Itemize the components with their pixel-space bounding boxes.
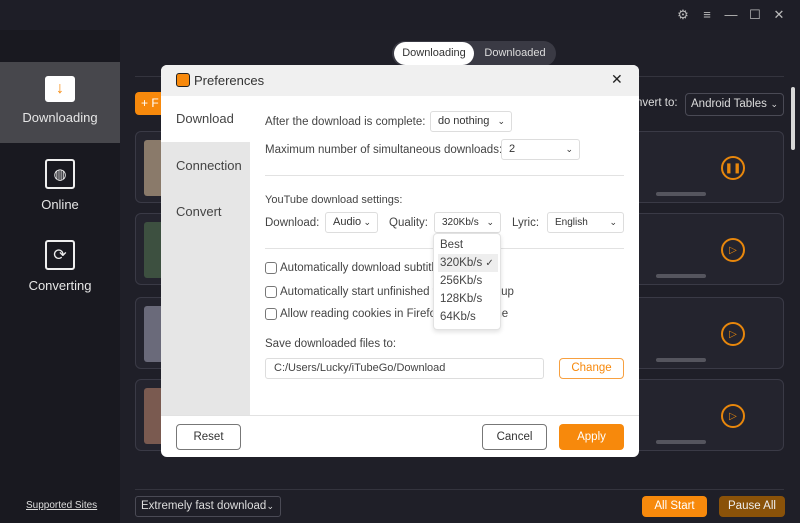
progress-bar	[656, 274, 706, 278]
dialog-title: Preferences	[194, 73, 265, 88]
globe-icon: ◍	[45, 159, 75, 189]
menu-icon[interactable]: ≡	[700, 8, 714, 22]
nav-connection[interactable]: Connection	[161, 143, 250, 189]
subtitles-label: Automatically download subtitles	[280, 262, 447, 274]
minimize-icon[interactable]: —	[724, 8, 738, 22]
sidebar-item-online[interactable]: ◍ Online	[0, 143, 120, 224]
play-icon[interactable]: ▷	[721, 322, 745, 346]
progress-bar	[656, 358, 706, 362]
close-icon[interactable]: ✕	[611, 71, 623, 88]
cancel-button[interactable]: Cancel	[482, 424, 547, 450]
speed-select[interactable]: Extremely fast download ⌄	[135, 496, 281, 517]
download-icon: ↓	[45, 76, 75, 102]
divider	[161, 415, 639, 416]
download-type-label: Download:	[265, 217, 320, 229]
save-path-input[interactable]: C:/Users/Lucky/iTubeGo/Download	[265, 358, 544, 379]
close-icon[interactable]: ✕	[772, 8, 786, 22]
reset-button[interactable]: Reset	[176, 424, 241, 450]
quality-option-selected[interactable]: 320Kb/s ✓	[438, 254, 498, 272]
maximize-icon[interactable]: ☐	[748, 8, 762, 22]
chevron-down-icon: ⌄	[266, 501, 274, 511]
subtitles-checkbox[interactable]	[265, 262, 277, 274]
nav-download[interactable]: Download	[161, 96, 250, 142]
after-complete-label: After the download is complete:	[265, 116, 426, 128]
max-downloads-value: 2	[509, 143, 516, 155]
sidebar-item-label: Downloading	[22, 110, 98, 125]
chevron-down-icon: ⌄	[609, 217, 617, 227]
save-path-label: Save downloaded files to:	[265, 338, 397, 350]
play-icon[interactable]: ▷	[721, 238, 745, 262]
tab-downloading[interactable]: Downloading	[394, 42, 474, 65]
play-icon[interactable]: ▷	[721, 404, 745, 428]
max-downloads-select[interactable]: 2 ⌄	[501, 139, 580, 160]
dialog-nav: Download Connection Convert	[161, 96, 250, 415]
quality-dropdown: Best 320Kb/s ✓ 256Kb/s 128Kb/s 64Kb/s	[433, 233, 501, 330]
quality-option-label: 320Kb/s	[440, 257, 483, 269]
divider	[135, 489, 784, 490]
quality-option[interactable]: 128Kb/s	[438, 290, 498, 308]
chevron-down-icon: ⌄	[565, 144, 573, 154]
sidebar-item-label: Online	[41, 197, 79, 212]
sidebar: ↓ Downloading ◍ Online ⟳ Converting Supp…	[0, 30, 120, 523]
settings-icon[interactable]: ⚙	[676, 8, 690, 22]
download-type-value: Audio	[333, 216, 362, 228]
cookies-checkbox[interactable]	[265, 308, 277, 320]
auto-start-checkbox[interactable]	[265, 286, 277, 298]
pause-all-button[interactable]: Pause All	[719, 496, 785, 517]
preferences-dialog: Preferences ✕ Download Connection Conver…	[161, 65, 639, 457]
chevron-down-icon: ⌄	[497, 116, 505, 126]
convert-icon: ⟳	[45, 240, 75, 270]
title-bar: ⚙ ≡ — ☐ ✕	[0, 0, 800, 30]
app-logo-icon	[176, 73, 190, 87]
add-label: F	[151, 96, 159, 110]
lyric-value: English	[555, 217, 588, 228]
quality-option[interactable]: 64Kb/s	[438, 308, 498, 326]
tab-switch: Downloading Downloaded	[392, 41, 556, 66]
speed-value: Extremely fast download	[141, 500, 267, 512]
convert-to-value: Android Tables	[691, 98, 767, 110]
quality-label: Quality:	[389, 217, 428, 229]
lyric-select[interactable]: English ⌄	[547, 212, 624, 233]
youtube-settings-label: YouTube download settings:	[265, 194, 403, 206]
chevron-down-icon: ⌄	[363, 217, 371, 227]
lyric-label: Lyric:	[512, 217, 540, 229]
sidebar-item-label: Converting	[28, 278, 92, 293]
convert-to-select[interactable]: Android Tables ⌄	[685, 93, 784, 116]
chevron-down-icon: ⌄	[486, 217, 494, 227]
quality-value: 320Kb/s	[442, 217, 479, 228]
apply-button[interactable]: Apply	[559, 424, 624, 450]
check-icon: ✓	[485, 258, 494, 269]
pause-icon[interactable]: ❚❚	[721, 156, 745, 180]
dialog-header: Preferences ✕	[161, 65, 639, 96]
change-button[interactable]: Change	[559, 358, 624, 379]
max-downloads-label: Maximum number of simultaneous downloads…	[265, 144, 503, 156]
tab-downloaded[interactable]: Downloaded	[476, 41, 554, 66]
sidebar-item-converting[interactable]: ⟳ Converting	[0, 225, 120, 306]
convert-to-label: nvert to:	[636, 97, 678, 109]
after-complete-value: do nothing	[438, 115, 490, 127]
supported-sites-link[interactable]: Supported Sites	[26, 500, 97, 511]
quality-select[interactable]: 320Kb/s ⌄	[434, 212, 501, 233]
plus-icon: +	[141, 96, 152, 110]
scrollbar[interactable]	[791, 87, 795, 150]
quality-option[interactable]: Best	[438, 236, 498, 254]
all-start-button[interactable]: All Start	[642, 496, 707, 517]
divider	[265, 175, 624, 176]
quality-option[interactable]: 256Kb/s	[438, 272, 498, 290]
progress-bar	[656, 440, 706, 444]
sidebar-item-downloading[interactable]: ↓ Downloading	[0, 62, 120, 143]
chevron-down-icon: ⌄	[770, 99, 778, 109]
nav-convert[interactable]: Convert	[161, 189, 250, 235]
progress-bar	[656, 192, 706, 196]
after-complete-select[interactable]: do nothing ⌄	[430, 111, 512, 132]
download-type-select[interactable]: Audio ⌄	[325, 212, 378, 233]
